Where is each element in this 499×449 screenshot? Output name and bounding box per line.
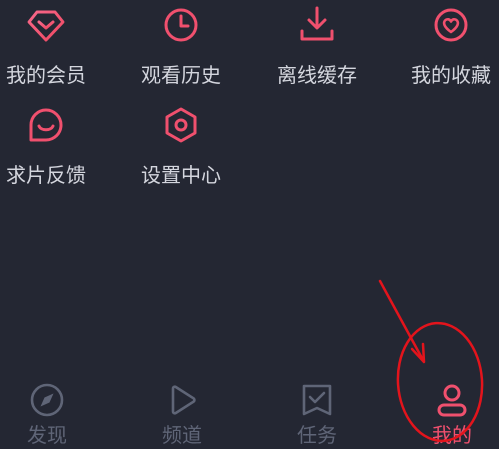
tab-mine[interactable]: 我的 <box>412 382 492 449</box>
feedback-smile-icon <box>24 103 68 147</box>
settings-hexagon-icon <box>159 103 203 147</box>
menu-item-label: 求片反馈 <box>6 163 86 187</box>
tab-tasks[interactable]: 任务 <box>277 382 357 449</box>
clock-icon <box>159 3 203 47</box>
bottom-tab-bar: 发现 频道 任务 我的 <box>0 372 499 449</box>
menu-item-label: 我的收藏 <box>411 63 491 87</box>
compass-icon <box>29 382 65 418</box>
menu-item-label: 离线缓存 <box>277 63 357 87</box>
tab-label: 发现 <box>27 423 67 447</box>
user-icon <box>434 382 470 418</box>
menu-item-label: 设置中心 <box>141 163 221 187</box>
menu-item-label: 观看历史 <box>141 63 221 87</box>
annotation-arrow <box>378 279 426 364</box>
tab-label: 我的 <box>432 423 472 447</box>
play-icon <box>164 382 200 418</box>
tab-channel[interactable]: 频道 <box>142 382 222 449</box>
tab-discover[interactable]: 发现 <box>7 382 87 449</box>
menu-item-label: 我的会员 <box>6 63 86 87</box>
task-check-icon <box>299 382 335 418</box>
tab-label: 任务 <box>297 423 337 447</box>
heart-icon <box>429 3 473 47</box>
download-icon <box>295 3 339 47</box>
tab-label: 频道 <box>162 423 202 447</box>
diamond-icon <box>24 3 68 47</box>
